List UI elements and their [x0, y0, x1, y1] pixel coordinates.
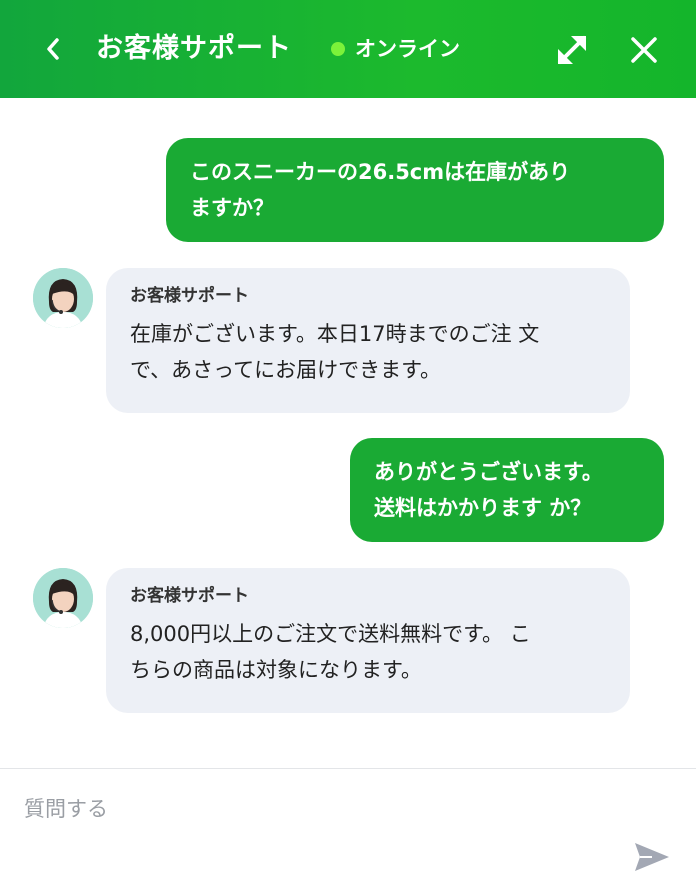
- sender-name: お客様サポート: [130, 586, 249, 606]
- close-button[interactable]: [626, 30, 662, 70]
- sender-name: お客様サポート: [130, 286, 249, 306]
- message-line: このスニーカーの26.5cmは在庫があり: [190, 160, 571, 184]
- agent-avatar-icon: [33, 568, 93, 628]
- support-message: お客様サポート 在庫がございます。本日17時までのご注 文 で、あさってにお届け…: [106, 268, 630, 413]
- chat-header: お客様サポート オンライン: [0, 0, 696, 98]
- status-label: オンライン: [355, 37, 460, 61]
- status-indicator: オンライン: [331, 33, 460, 65]
- message-line: ありがとうございます。: [374, 460, 603, 484]
- message-line: ますか？: [190, 196, 274, 220]
- support-avatar: [33, 268, 93, 328]
- send-button[interactable]: [632, 839, 672, 875]
- message-line: ちらの商品は対象になります。: [130, 658, 422, 682]
- close-icon: [631, 37, 657, 63]
- expand-icon: [558, 36, 586, 64]
- back-button[interactable]: [36, 30, 70, 68]
- message-line: で、あさってにお届けできます。: [130, 358, 442, 382]
- message-line: 送料はかかります か？: [374, 496, 592, 520]
- message-input[interactable]: [24, 789, 584, 829]
- agent-avatar-icon: [33, 268, 93, 328]
- expand-button[interactable]: [552, 30, 592, 70]
- user-message: ありがとうございます。 送料はかかります か？: [350, 438, 664, 542]
- chat-title: お客様サポート: [96, 33, 292, 64]
- support-avatar: [33, 568, 93, 628]
- support-message: お客様サポート 8,000円以上のご注文で送料無料です。 こ ちらの商品は対象に…: [106, 568, 630, 713]
- message-line: 8,000円以上のご注文で送料無料です。 こ: [130, 622, 531, 646]
- message-composer: [0, 768, 696, 896]
- user-message: このスニーカーの26.5cmは在庫があり ますか？: [166, 138, 664, 242]
- message-line: 在庫がございます。本日17時までのご注 文: [130, 322, 540, 346]
- chat-messages: このスニーカーの26.5cmは在庫があり ますか？ お客様サポート 在庫がござい…: [0, 98, 696, 768]
- chevron-left-icon: [47, 38, 59, 60]
- send-icon: [635, 843, 669, 871]
- online-dot-icon: [331, 42, 345, 56]
